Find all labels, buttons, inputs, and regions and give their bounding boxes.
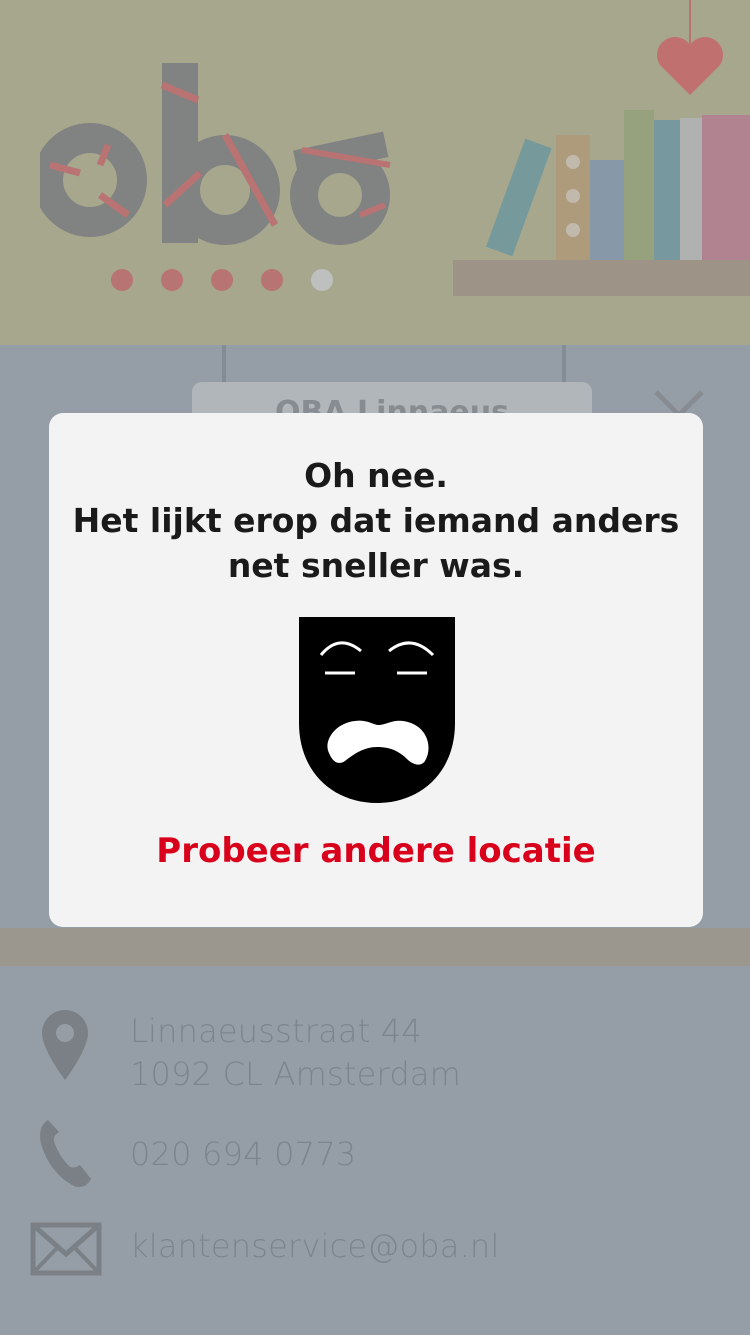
dialog-title-line-3: net sneller was. [227, 546, 525, 585]
dialog-message: Oh nee. Het lijkt erop dat iemand anders… [49, 453, 703, 588]
try-other-location-button[interactable]: Probeer andere locatie [49, 831, 703, 871]
unavailable-dialog: Oh nee. Het lijkt erop dat iemand anders… [49, 413, 703, 927]
dialog-title-line-2: Het lijkt erop dat iemand anders [72, 501, 680, 540]
dialog-title-line-1: Oh nee. [304, 456, 448, 495]
sad-theater-mask-icon [299, 617, 455, 803]
